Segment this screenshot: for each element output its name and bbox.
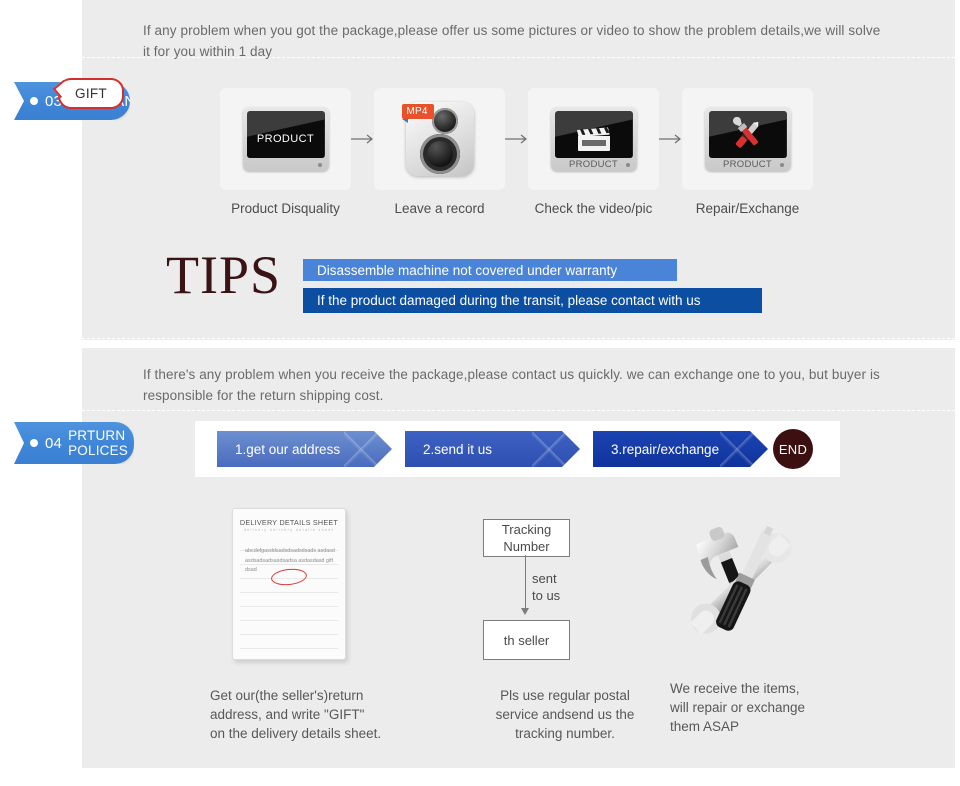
monitor-icon: PRODUCT <box>242 107 329 171</box>
warranty-steps: PRODUCT Product Disquality MP4 Leave a r… <box>200 88 860 228</box>
bullet-dot-icon <box>30 97 38 105</box>
repair-tools-icon: PRODUCT <box>704 107 791 171</box>
seller-box: th seller <box>483 620 570 660</box>
bullet-dot-icon <box>30 439 38 447</box>
arrow-down-icon <box>521 608 529 615</box>
divider-dashed-bottom <box>82 338 955 339</box>
chevron-right-icon <box>344 431 378 467</box>
column-caption-2: Pls use regular postal service andsend u… <box>495 688 635 741</box>
warranty-step-1[interactable]: PRODUCT Product Disquality <box>220 88 351 216</box>
sidebar-tab-return-policies[interactable]: 04 PRTURN POLICES <box>14 422 134 464</box>
column-caption-1: Get our(the seller's)return address, and… <box>210 688 382 741</box>
step-card: PRODUCT <box>682 88 813 190</box>
warranty-step-4[interactable]: PRODUCT Repair/Exchange <box>682 88 813 216</box>
monitor-screen-label: PRODUCT <box>256 133 315 145</box>
sheet-title: DELIVERY DETAILS SHEET <box>239 518 339 527</box>
return-flow-bar: 1.get our address 2.send it us 3.repair/… <box>195 421 840 477</box>
tips-heading: TIPS <box>166 245 282 305</box>
delivery-details-sheet: DELIVERY DETAILS SHEET delivery delivery… <box>232 508 346 660</box>
tips-bar-2: If the product damaged during the transi… <box>303 288 762 313</box>
tab-number: 04 <box>45 434 63 452</box>
tips-bar-1: Disassemble machine not covered under wa… <box>303 259 677 281</box>
divider-dashed-return <box>82 410 955 411</box>
step-caption: Repair/Exchange <box>695 201 800 216</box>
step-caption: Check the video/pic <box>534 201 653 216</box>
flow-arrow-label: sent to us <box>532 571 561 603</box>
gift-callout: GIFT <box>58 78 124 109</box>
warranty-step-2[interactable]: MP4 Leave a record <box>374 88 505 216</box>
mp4-badge: MP4 <box>401 104 434 123</box>
flow-step-2[interactable]: 2.send it us <box>405 431 580 467</box>
arrow-right-icon <box>350 133 376 145</box>
warranty-step-3[interactable]: PRODUCT Check the video/pic <box>528 88 659 216</box>
flow-step-label: 2.send it us <box>423 441 493 457</box>
camera-icon: MP4 <box>401 102 474 176</box>
arrow-right-icon <box>504 133 530 145</box>
flow-step-label: 1.get our address <box>235 441 341 457</box>
warranty-intro-text: If any problem when you got the package,… <box>143 23 881 59</box>
flow-end-badge: END <box>773 429 813 469</box>
flow-step-3[interactable]: 3.repair/exchange <box>593 431 768 467</box>
hammer-wrench-screwdriver-icon <box>676 520 808 648</box>
step-caption: Leave a record <box>394 201 485 216</box>
return-intro-text: If there's any problem when you receive … <box>143 367 880 403</box>
step-card: PRODUCT <box>528 88 659 190</box>
tab-label: PRTURN POLICES <box>68 428 129 458</box>
flow-step-1[interactable]: 1.get our address <box>217 431 392 467</box>
arrow-right-icon <box>658 133 684 145</box>
video-clapper-icon: PRODUCT <box>550 107 637 171</box>
column-caption-3: We receive the items, will repair or exc… <box>670 681 806 734</box>
chevron-right-icon <box>720 431 754 467</box>
step-card: PRODUCT <box>220 88 351 190</box>
step-card: MP4 <box>374 88 505 190</box>
screen-label: PRODUCT <box>722 159 773 170</box>
chevron-right-icon <box>532 431 566 467</box>
screen-label: PRODUCT <box>568 159 619 170</box>
flow-step-label: 3.repair/exchange <box>611 441 720 457</box>
step-caption: Product Disquality <box>231 201 340 216</box>
sheet-subtitle: delivery delivery details sheet <box>243 528 335 532</box>
tracking-number-box: Tracking Number <box>483 519 570 557</box>
flow-connector-line <box>525 555 526 611</box>
